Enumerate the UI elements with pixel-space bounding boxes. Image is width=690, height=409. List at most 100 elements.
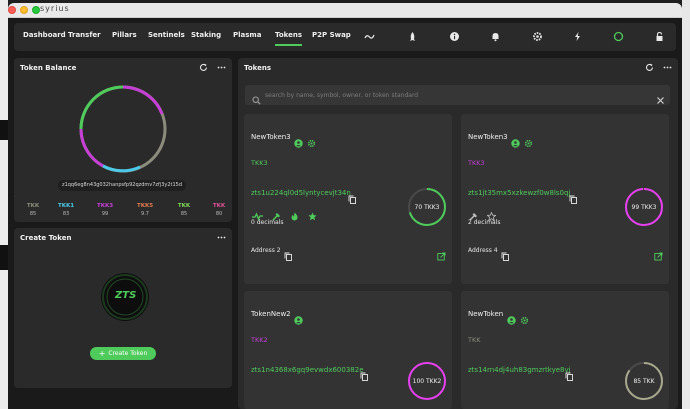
refresh-icon[interactable] [645,63,654,72]
owner-avatar-icon [294,310,303,329]
copy-icon[interactable] [565,366,573,385]
copy-icon[interactable] [360,366,368,385]
token-address[interactable]: zts1n4368x6gq9evwdx600382e [251,366,364,374]
token-card[interactable]: TokenNew2 TKK2 zts1n4368x6gq9evwdx600382… [244,291,452,409]
token-address[interactable]: zts1u224ql0d5lyntycevjt34n [251,189,351,197]
panel-title: Create Token [20,234,72,242]
tab-staking[interactable]: Staking [191,31,221,39]
supply-ring-label: 85 TKK [633,378,655,385]
token-card[interactable]: NewToken TKK zts14rn4dj4uh83gmzrtkye8vj … [461,291,669,409]
supply-ring: 99 TKK3 [625,188,663,226]
token-name: NewToken [468,310,504,318]
tab-transfer[interactable]: Transfer [68,31,101,39]
tokens-panel: Tokens NewToken3 [238,58,678,409]
title-bar: syrius [8,3,682,18]
balance-token-symbol: TKK5 [136,203,154,209]
close-window-button[interactable] [8,6,16,14]
balance-token-value: 99 [101,211,109,217]
search-box [245,85,670,105]
supply-ring-label: 70 TKK3 [415,204,440,211]
bell-icon[interactable] [490,31,501,42]
more-options-icon[interactable] [217,233,226,242]
balance-token-symbol: TKK [212,203,226,209]
address-label: Address 2 [251,247,281,254]
lock-icon[interactable] [654,31,665,42]
supply-ring-label: 99 TKK3 [632,204,657,211]
token-symbol: TKK3 [251,159,268,167]
desktop-background-right [682,0,690,409]
open-external-icon[interactable] [437,246,446,265]
token-decimals: 2 decimals [468,219,501,226]
token-name: NewToken3 [468,133,508,141]
more-options-icon[interactable] [217,63,226,72]
token-balance-panel: Token Balance z1qq6eg8n43g032hanpsfp92qz… [14,58,232,222]
tab-sentinels[interactable]: Sentinels [148,31,185,39]
copy-icon[interactable] [284,246,292,265]
bridge-icon[interactable] [364,31,375,42]
more-options-icon[interactable] [663,63,672,72]
balance-token-symbol: TKK1 [57,203,75,209]
open-external-icon[interactable] [654,246,663,265]
zts-logo-text: ZTS [115,290,137,301]
star-icon[interactable] [308,206,317,225]
tab-tokens[interactable]: Tokens [275,31,303,46]
panel-title: Tokens [244,64,272,72]
owner-avatar-icon [511,133,520,152]
search-icon [252,90,261,109]
tab-plasma[interactable]: Plasma [233,31,261,39]
balance-token-value: 80 [215,211,223,217]
status-circle-icon[interactable] [613,31,624,42]
panel-title: Token Balance [20,64,77,72]
token-address[interactable]: zts14rn4dj4uh83gmzrtkye8vj [468,366,571,374]
plus-icon: + [98,348,106,358]
create-token-panel: Create Token ZTS + Create Token [14,228,232,388]
bolt-icon[interactable] [572,31,583,42]
copy-icon[interactable] [569,189,577,208]
create-token-button-label: Create Token [108,350,148,357]
token-address[interactable]: zts1jt35mx5xzkewzf0w8ls0qj [468,189,570,197]
minimize-window-button[interactable] [20,6,28,14]
balance-token-symbol: TKK [177,203,191,209]
token-card[interactable]: NewToken3 TKK3 zts1u224ql0d5lyntycevjt34… [244,114,452,284]
owner-avatar-icon [294,133,303,152]
balance-token-value: 83 [62,211,70,217]
supply-ring: 70 TKK3 [408,188,446,226]
supply-ring: 100 TKK2 [408,362,446,400]
token-name: TokenNew2 [251,310,291,318]
top-navigation: Dashboard Transfer Pillars Sentinels Sta… [14,23,676,51]
search-input[interactable] [265,90,645,100]
token-name: NewToken3 [251,133,291,141]
create-token-button[interactable]: + Create Token [90,347,156,360]
tab-pillars[interactable]: Pillars [112,31,137,39]
refresh-icon[interactable] [199,63,208,72]
wallet-address: z1qq6eg8n43g032hanpsfp92qzdmv7zfj3y2t15d [61,182,183,188]
tab-p2p-swap[interactable]: P2P Swap [312,31,351,39]
copy-icon[interactable] [501,246,509,265]
copy-icon[interactable] [348,189,356,208]
tab-dashboard[interactable]: Dashboard [23,31,66,39]
maximize-window-button[interactable] [32,6,40,14]
owner-avatar-icon [507,310,516,329]
balance-token-value: 9.7 [141,211,149,217]
token-settings-icon[interactable] [524,133,533,152]
token-symbol: TKK2 [251,336,268,344]
balance-token-symbol: TKK3 [96,203,114,209]
supply-ring-label: 100 TKK2 [413,378,442,385]
token-symbol: TKK [468,336,481,344]
desktop-background-left [0,0,8,409]
burn-icon[interactable] [290,206,299,225]
token-decimals: 0 decimals [251,219,284,226]
app-window: syrius Dashboard Transfer Pillars Sentin… [8,3,682,409]
window-title: syrius [40,4,70,13]
wallet-address-chip[interactable]: z1qq6eg8n43g032hanpsfp92qzdmv7zfj3y2t15d [58,180,186,191]
balance-donut-chart [79,85,167,173]
supply-ring: 85 TKK [625,362,663,400]
token-settings-icon[interactable] [520,310,529,329]
address-label: Address 4 [468,247,498,254]
rocket-icon[interactable] [407,31,418,42]
clear-search-icon[interactable] [656,90,665,109]
info-icon[interactable] [449,31,460,42]
token-card[interactable]: NewToken3 TKK3 zts1jt35mx5xzkewzf0w8ls0q… [461,114,669,284]
settings-icon[interactable] [532,31,543,42]
token-settings-icon[interactable] [307,133,316,152]
